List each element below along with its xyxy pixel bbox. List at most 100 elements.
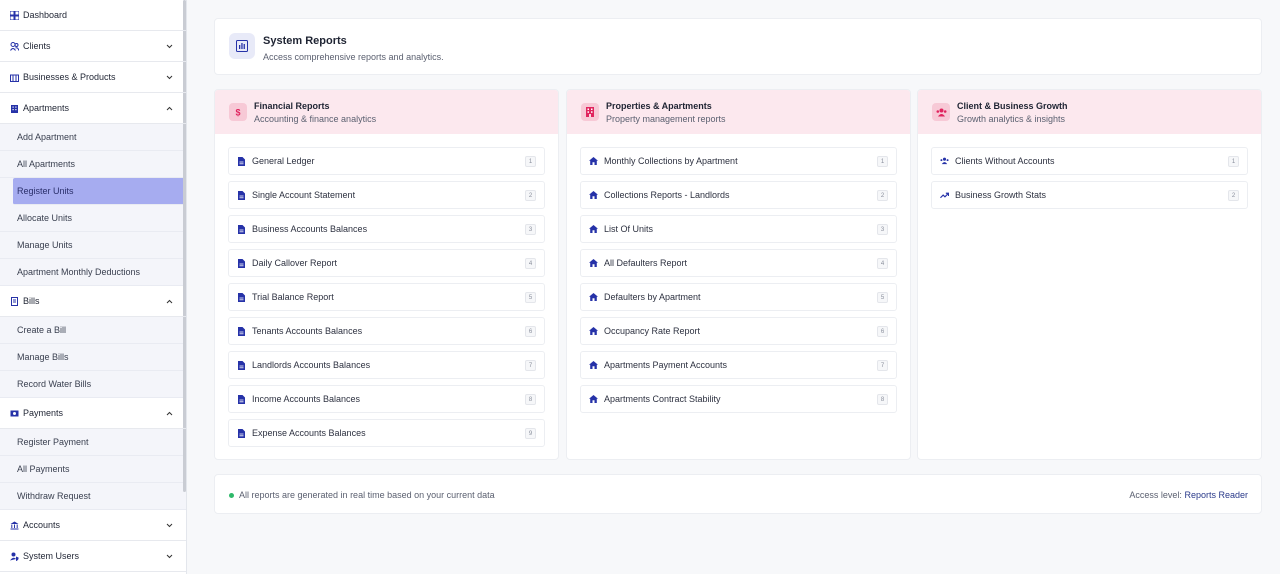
report-list: Clients Without Accounts 1 Business Growt… (931, 147, 1248, 215)
sidebar-item-label: Payments (23, 408, 64, 418)
trending-up-icon (940, 191, 949, 200)
chevron-up-icon (166, 411, 173, 416)
page-header: System Reports Access comprehensive repo… (214, 18, 1262, 75)
home-icon (589, 293, 598, 302)
report-label: Single Account Statement (252, 190, 356, 200)
file-icon (237, 224, 246, 234)
report-general-ledger[interactable]: General Ledger 1 (228, 147, 545, 175)
report-apartments-contract-stability[interactable]: Apartments Contract Stability 8 (580, 385, 897, 413)
sidebar: Dashboard Clients Businesses & Products … (0, 0, 187, 574)
access-level: Access level: Reports Reader (1129, 490, 1248, 500)
sidebar-item-label: System Users (23, 551, 80, 561)
file-icon (237, 190, 246, 200)
report-expense-accounts-balances[interactable]: Expense Accounts Balances 9 (228, 419, 545, 447)
chevron-down-icon (166, 75, 173, 80)
report-clients-without-accounts[interactable]: Clients Without Accounts 1 (931, 147, 1248, 175)
sidebar-subitem-all-apartments[interactable]: All Apartments (0, 151, 186, 178)
report-number-badge: 4 (877, 258, 888, 269)
card-title: Client & Business Growth (957, 101, 1068, 111)
bill-icon (10, 296, 19, 306)
report-label: Landlords Accounts Balances (252, 360, 371, 370)
sidebar-item-businesses[interactable]: Businesses & Products (0, 62, 186, 93)
svg-text:$: $ (235, 108, 240, 118)
report-label: Collections Reports - Landlords (604, 190, 730, 200)
sidebar-item-clients[interactable]: Clients (0, 31, 186, 62)
dashboard-icon (10, 10, 19, 20)
report-occupancy-rate[interactable]: Occupancy Rate Report 6 (580, 317, 897, 345)
sidebar-item-accounts[interactable]: Accounts (0, 510, 186, 541)
user-shield-icon (10, 552, 19, 561)
sidebar-item-system-users[interactable]: System Users (0, 541, 186, 572)
home-icon (589, 157, 598, 166)
sidebar-subitem-create-bill[interactable]: Create a Bill (0, 317, 186, 344)
sidebar-item-payments[interactable]: Payments (0, 398, 186, 429)
report-number-badge: 6 (877, 326, 888, 337)
report-all-defaulters[interactable]: All Defaulters Report 4 (580, 249, 897, 277)
chevron-up-icon (166, 106, 173, 111)
report-monthly-collections[interactable]: Monthly Collections by Apartment 1 (580, 147, 897, 175)
users-icon (932, 103, 950, 121)
report-daily-callover[interactable]: Daily Callover Report 4 (228, 249, 545, 277)
payments-submenu: Register Payment All Payments Withdraw R… (0, 429, 186, 510)
report-income-accounts-balances[interactable]: Income Accounts Balances 8 (228, 385, 545, 413)
sidebar-item-dashboard[interactable]: Dashboard (0, 0, 186, 31)
report-list: General Ledger 1 Single Account Statement… (228, 147, 545, 453)
sidebar-subitem-allocate-units[interactable]: Allocate Units (0, 205, 186, 232)
sidebar-subitem-all-payments[interactable]: All Payments (0, 456, 186, 483)
financial-reports-card: $ Financial Reports Accounting & finance… (214, 89, 559, 460)
report-label: Daily Callover Report (252, 258, 338, 268)
sidebar-item-label: Apartments (23, 103, 70, 113)
sidebar-item-bills[interactable]: Bills (0, 286, 186, 317)
properties-reports-card: Properties & Apartments Property managem… (566, 89, 911, 460)
home-icon (589, 225, 598, 234)
report-number-badge: 9 (525, 428, 536, 439)
report-number-badge: 1 (1228, 156, 1239, 167)
report-label: Trial Balance Report (252, 292, 334, 302)
report-number-badge: 5 (525, 292, 536, 303)
sidebar-subitem-manage-bills[interactable]: Manage Bills (0, 344, 186, 371)
sidebar-item-label: Accounts (23, 520, 61, 530)
report-number-badge: 1 (877, 156, 888, 167)
sidebar-subitem-add-apartment[interactable]: Add Apartment (0, 124, 186, 151)
report-number-badge: 8 (877, 394, 888, 405)
sidebar-subitem-register-units[interactable]: Register Units (13, 178, 186, 205)
report-defaulters-by-apartment[interactable]: Defaulters by Apartment 5 (580, 283, 897, 311)
sidebar-subitem-withdraw-request[interactable]: Withdraw Request (0, 483, 186, 510)
report-number-badge: 6 (525, 326, 536, 337)
sidebar-item-label: Dashboard (23, 10, 68, 20)
report-label: Business Accounts Balances (252, 224, 368, 234)
file-icon (237, 156, 246, 166)
status-dot (229, 493, 234, 498)
report-business-growth-stats[interactable]: Business Growth Stats 2 (931, 181, 1248, 209)
report-list-of-units[interactable]: List Of Units 3 (580, 215, 897, 243)
page-subtitle: Access comprehensive reports and analyti… (263, 52, 444, 62)
report-trial-balance[interactable]: Trial Balance Report 5 (228, 283, 545, 311)
report-collections-landlords[interactable]: Collections Reports - Landlords 2 (580, 181, 897, 209)
report-label: Occupancy Rate Report (604, 326, 701, 336)
report-number-badge: 3 (525, 224, 536, 235)
sidebar-subitem-manage-units[interactable]: Manage Units (0, 232, 186, 259)
card-subtitle: Accounting & finance analytics (254, 114, 377, 124)
growth-reports-card: Client & Business Growth Growth analytic… (917, 89, 1262, 460)
report-apartments-payment-accounts[interactable]: Apartments Payment Accounts 7 (580, 351, 897, 379)
report-business-accounts-balances[interactable]: Business Accounts Balances 3 (228, 215, 545, 243)
sidebar-subitem-record-water-bills[interactable]: Record Water Bills (0, 371, 186, 398)
sidebar-subitem-register-payment[interactable]: Register Payment (0, 429, 186, 456)
file-icon (237, 428, 246, 438)
report-single-account-statement[interactable]: Single Account Statement 2 (228, 181, 545, 209)
card-header: $ Financial Reports Accounting & finance… (215, 90, 558, 134)
realtime-note: All reports are generated in real time b… (239, 490, 495, 500)
home-icon (589, 327, 598, 336)
chevron-up-icon (166, 299, 173, 304)
report-landlords-accounts-balances[interactable]: Landlords Accounts Balances 7 (228, 351, 545, 379)
bills-submenu: Create a Bill Manage Bills Record Water … (0, 317, 186, 398)
report-label: General Ledger (252, 156, 315, 166)
file-icon (237, 292, 246, 302)
report-list: Monthly Collections by Apartment 1 Collec… (580, 147, 897, 419)
users-icon (940, 157, 949, 166)
sidebar-subitem-monthly-deductions[interactable]: Apartment Monthly Deductions (0, 259, 186, 286)
sidebar-item-apartments[interactable]: Apartments (0, 93, 186, 124)
report-number-badge: 7 (877, 360, 888, 371)
file-icon (237, 326, 246, 336)
report-tenants-accounts-balances[interactable]: Tenants Accounts Balances 6 (228, 317, 545, 345)
